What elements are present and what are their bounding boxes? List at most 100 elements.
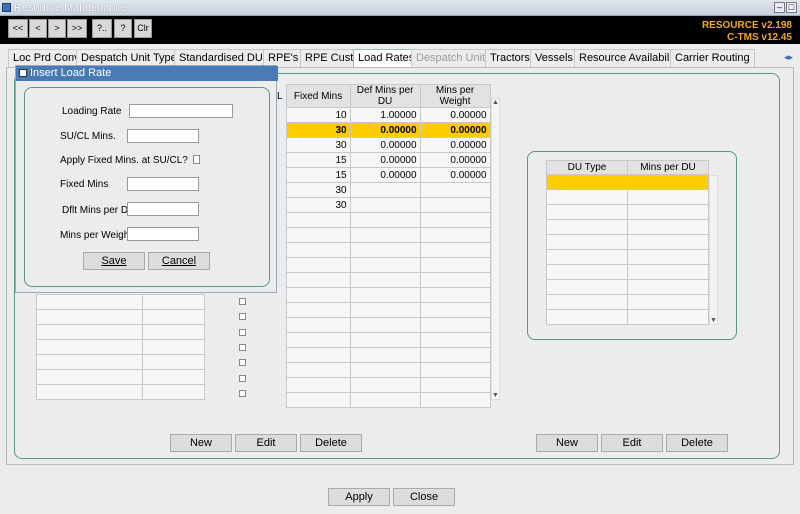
table-cell[interactable] xyxy=(285,287,351,303)
table-cell[interactable] xyxy=(627,294,709,310)
table-row[interactable] xyxy=(36,384,205,400)
tab-rpe-cust[interactable]: RPE Cust xyxy=(300,49,359,68)
table-row[interactable] xyxy=(274,242,491,258)
table-cell[interactable]: 0.00000 xyxy=(349,122,421,138)
scroll-down-icon[interactable]: ▼ xyxy=(492,392,499,399)
table-row[interactable]: 15 0.00000 0.00000 xyxy=(274,152,491,168)
load-grid-scrollbar[interactable]: ▲ ▼ xyxy=(491,98,500,400)
table-row[interactable] xyxy=(36,369,205,385)
table-cell[interactable] xyxy=(419,347,491,363)
mins-weight-input[interactable] xyxy=(127,227,199,241)
table-cell[interactable] xyxy=(627,174,709,190)
table-cell[interactable]: 30 xyxy=(285,122,351,138)
table-cell[interactable] xyxy=(349,257,421,273)
table-cell[interactable] xyxy=(285,302,351,318)
table-row[interactable] xyxy=(274,257,491,273)
table-cell[interactable]: 15 xyxy=(285,152,351,168)
table-row[interactable] xyxy=(36,309,205,325)
du-grid-scrollbar[interactable]: ▼ xyxy=(709,175,718,325)
table-cell[interactable]: 0.00000 xyxy=(419,137,491,153)
table-row[interactable]: 15 0.00000 0.00000 xyxy=(274,167,491,183)
tab-scroll-icon[interactable]: ◂▸ xyxy=(784,52,793,63)
table-cell[interactable] xyxy=(419,362,491,378)
table-cell[interactable] xyxy=(419,257,491,273)
table-cell[interactable] xyxy=(142,294,205,310)
table-cell[interactable] xyxy=(349,272,421,288)
table-cell[interactable] xyxy=(349,227,421,243)
table-cell[interactable] xyxy=(627,249,709,265)
row-checkbox[interactable] xyxy=(239,374,246,382)
close-button[interactable]: Close xyxy=(393,488,455,506)
dialog-save-button[interactable]: Save xyxy=(83,252,145,270)
table-row[interactable] xyxy=(274,362,491,378)
table-cell[interactable] xyxy=(36,369,143,385)
table-row[interactable] xyxy=(36,294,205,310)
row-checkbox[interactable] xyxy=(239,359,246,367)
table-cell[interactable]: 30 xyxy=(285,197,351,213)
table-cell[interactable] xyxy=(285,362,351,378)
table-cell[interactable] xyxy=(285,242,351,258)
table-cell[interactable] xyxy=(349,212,421,228)
table-cell[interactable] xyxy=(419,272,491,288)
table-cell[interactable] xyxy=(36,324,143,340)
table-cell[interactable] xyxy=(349,242,421,258)
table-row[interactable] xyxy=(546,294,709,310)
table-cell[interactable]: 0.00000 xyxy=(349,152,421,168)
table-cell[interactable] xyxy=(419,332,491,348)
table-cell[interactable] xyxy=(36,309,143,325)
query-button[interactable]: ?.. xyxy=(92,19,112,38)
table-cell[interactable] xyxy=(349,332,421,348)
table-cell[interactable] xyxy=(142,324,205,340)
table-cell[interactable] xyxy=(36,384,143,400)
table-cell[interactable] xyxy=(419,287,491,303)
du-delete-button[interactable]: Delete xyxy=(666,434,728,452)
table-cell[interactable]: 0.00000 xyxy=(419,167,491,183)
table-cell[interactable] xyxy=(546,309,628,325)
table-cell[interactable] xyxy=(627,264,709,280)
help-button[interactable]: ? xyxy=(114,19,132,38)
apply-fixed-checkbox[interactable] xyxy=(193,155,200,164)
table-cell[interactable] xyxy=(349,362,421,378)
table-cell[interactable] xyxy=(285,332,351,348)
tab-load-rates[interactable]: Load Rates xyxy=(353,49,420,68)
table-cell[interactable] xyxy=(627,189,709,205)
prev-record-button[interactable]: < xyxy=(29,19,47,38)
row-checkbox[interactable] xyxy=(239,298,246,305)
table-cell[interactable] xyxy=(419,302,491,318)
table-row[interactable] xyxy=(274,227,491,243)
tab-tractors[interactable]: Tractors xyxy=(485,49,535,68)
apply-button[interactable]: Apply xyxy=(328,488,390,506)
table-cell[interactable] xyxy=(349,317,421,333)
table-cell[interactable] xyxy=(349,287,421,303)
table-row[interactable] xyxy=(274,392,491,408)
last-record-button[interactable]: >> xyxy=(67,19,87,38)
table-cell[interactable] xyxy=(419,227,491,243)
table-row[interactable] xyxy=(274,347,491,363)
table-cell[interactable] xyxy=(546,174,628,190)
table-cell[interactable] xyxy=(142,354,205,370)
table-cell[interactable] xyxy=(419,317,491,333)
row-checkbox[interactable] xyxy=(239,313,246,321)
table-row[interactable] xyxy=(274,272,491,288)
table-cell[interactable] xyxy=(285,347,351,363)
scroll-up-icon[interactable]: ▲ xyxy=(492,99,499,106)
du-new-button[interactable]: New xyxy=(536,434,598,452)
clear-button[interactable]: Clr xyxy=(134,19,152,38)
dflt-mins-input[interactable] xyxy=(127,202,199,216)
table-cell[interactable]: 1.00000 xyxy=(349,107,421,123)
table-row[interactable]: 30 xyxy=(274,182,491,198)
minimize-icon[interactable]: – xyxy=(774,2,785,13)
table-cell[interactable] xyxy=(627,219,709,235)
row-checkbox[interactable] xyxy=(239,343,246,351)
table-cell[interactable] xyxy=(546,264,628,280)
table-row[interactable] xyxy=(274,212,491,228)
table-row[interactable]: 30 0.00000 0.00000 xyxy=(274,137,491,153)
table-cell[interactable] xyxy=(419,182,491,198)
table-cell[interactable]: 0.00000 xyxy=(419,152,491,168)
table-cell[interactable] xyxy=(349,392,421,408)
table-row[interactable] xyxy=(546,309,709,325)
load-delete-button[interactable]: Delete xyxy=(300,434,362,452)
table-row[interactable]: 30 xyxy=(274,197,491,213)
table-cell[interactable] xyxy=(419,212,491,228)
table-cell[interactable] xyxy=(142,339,205,355)
